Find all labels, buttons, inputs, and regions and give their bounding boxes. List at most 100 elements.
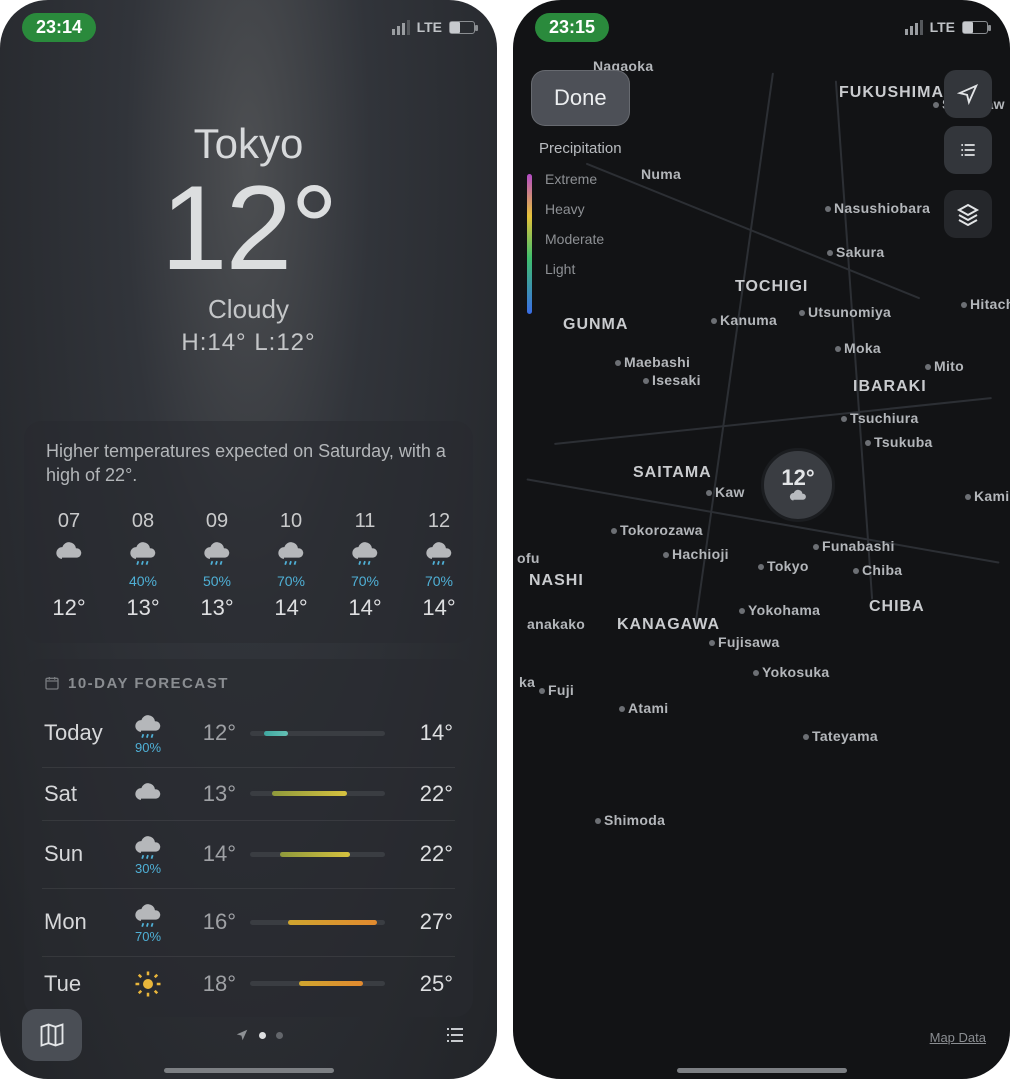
map-city-label[interactable]: KANAGAWA: [617, 616, 720, 634]
map-city-label[interactable]: Funabashi: [813, 538, 895, 554]
map-city-label[interactable]: Kaw: [706, 484, 745, 500]
status-time-pill[interactable]: 23:14: [22, 13, 96, 42]
forecast-row[interactable]: Today 90% 12° 14°: [42, 700, 455, 767]
precip-prob: 70%: [351, 573, 379, 589]
hour-label: 07: [58, 510, 80, 533]
map-city-label[interactable]: Isesaki: [643, 372, 701, 388]
cloud-rain-icon: [201, 539, 233, 567]
map-city-label[interactable]: Hachioji: [663, 546, 729, 562]
map-city-label[interactable]: Maebashi: [615, 354, 690, 370]
statusbar: 23:14 LTE: [0, 12, 497, 42]
city-pin-icon: [739, 608, 745, 614]
map-city-label[interactable]: Yokosuka: [753, 664, 830, 680]
list-icon: [956, 140, 980, 160]
hour-cell[interactable]: 07 12°: [44, 510, 94, 621]
condition-label: Cloudy: [0, 294, 497, 325]
page-dots[interactable]: [235, 1028, 283, 1042]
hour-cell[interactable]: 12 70% 14°: [414, 510, 455, 621]
home-indicator[interactable]: [164, 1068, 334, 1073]
hour-cell[interactable]: 09 50% 13°: [192, 510, 242, 621]
weather-hero: Tokyo 12° Cloudy H:14° L:12°: [0, 0, 497, 357]
temp-range-bar: [250, 731, 385, 736]
map-city-label[interactable]: Moka: [835, 340, 881, 356]
forecast-row[interactable]: Tue 18° 25°: [42, 956, 455, 1011]
home-indicator[interactable]: [677, 1068, 847, 1073]
map-city-label[interactable]: CHIBA: [869, 598, 925, 616]
done-button[interactable]: Done: [531, 70, 630, 126]
map-city-label[interactable]: Fuji: [539, 682, 574, 698]
legend-level: Moderate: [545, 231, 604, 247]
bottom-bar: [0, 1009, 497, 1061]
hour-cell[interactable]: 11 70% 14°: [340, 510, 390, 621]
map-city-label[interactable]: Kanuma: [711, 312, 777, 328]
city-pin-icon: [711, 318, 717, 324]
map-city-label[interactable]: NASHI: [529, 572, 584, 590]
map-data-link[interactable]: Map Data: [930, 1030, 986, 1045]
map-city-label[interactable]: Chiba: [853, 562, 902, 578]
map-city-label[interactable]: IBARAKI: [853, 378, 927, 396]
cloud-icon: [786, 487, 810, 505]
city-pin-icon: [611, 528, 617, 534]
map-city-label[interactable]: Hitachi: [961, 296, 1010, 312]
cloud-icon: [128, 780, 168, 808]
weather-app-screen: 23:14 LTE Tokyo 12° Cloudy H:14° L:12° H…: [0, 0, 497, 1079]
map-city-label[interactable]: Shimoda: [595, 812, 665, 828]
map-city-label[interactable]: Tsukuba: [865, 434, 933, 450]
map-city-label[interactable]: ka: [519, 674, 535, 690]
hour-temp: 14°: [422, 595, 455, 621]
forecast-row[interactable]: Sun 30% 14° 22°: [42, 820, 455, 888]
forecast-high: 25°: [399, 971, 453, 997]
cloud-icon: [53, 539, 85, 567]
status-time-pill[interactable]: 23:15: [535, 13, 609, 42]
map-city-label[interactable]: Tsuchiura: [841, 410, 919, 426]
statusbar: 23:15 LTE: [513, 12, 1010, 42]
status-right: LTE: [392, 19, 475, 35]
map-button[interactable]: [22, 1009, 82, 1061]
forecast-card[interactable]: 10-DAY FORECAST Today 90% 12° 14°Sat 13°…: [24, 659, 473, 1017]
location-temp-bubble[interactable]: 12°: [761, 448, 835, 522]
hourly-card[interactable]: Higher temperatures expected on Saturday…: [24, 421, 473, 643]
map-city-label[interactable]: Sakura: [827, 244, 885, 260]
locate-button[interactable]: [944, 70, 992, 118]
precip-prob: 50%: [203, 573, 231, 589]
map-city-label[interactable]: Numa: [641, 166, 681, 182]
map-city-label[interactable]: Tokorozawa: [611, 522, 703, 538]
map-city-label[interactable]: Yokohama: [739, 602, 820, 618]
temp-range-bar: [250, 920, 385, 925]
map-city-label[interactable]: Tateyama: [803, 728, 878, 744]
list-button[interactable]: [435, 1015, 475, 1055]
hour-cell[interactable]: 10 70% 14°: [266, 510, 316, 621]
city-pin-icon: [619, 706, 625, 712]
map-city-label[interactable]: TOCHIGI: [735, 278, 808, 296]
map-icon: [37, 1021, 67, 1049]
map-city-label[interactable]: Utsunomiya: [799, 304, 891, 320]
forecast-low: 16°: [182, 909, 236, 935]
forecast-high: 22°: [399, 781, 453, 807]
city-pin-icon: [709, 640, 715, 646]
battery-icon: [449, 21, 475, 34]
map-city-label[interactable]: Atami: [619, 700, 668, 716]
map-city-label[interactable]: Nasushiobara: [825, 200, 930, 216]
map-city-label[interactable]: GUNMA: [563, 316, 628, 334]
forecast-row[interactable]: Mon 70% 16° 27°: [42, 888, 455, 956]
city-pin-icon: [799, 310, 805, 316]
forecast-row[interactable]: Sat 13° 22°: [42, 767, 455, 820]
map-city-label[interactable]: Tokyo: [758, 558, 809, 574]
cloud-rain-icon: 90%: [128, 712, 168, 755]
map-city-label[interactable]: Mito: [925, 358, 964, 374]
layers-button[interactable]: [944, 190, 992, 238]
precip-prob: 30%: [135, 861, 161, 876]
list-button[interactable]: [944, 126, 992, 174]
hour-cell[interactable]: 08 40% 13°: [118, 510, 168, 621]
map-city-label[interactable]: SAITAMA: [633, 464, 712, 482]
forecast-low: 18°: [182, 971, 236, 997]
map-city-label[interactable]: ofu: [517, 550, 540, 566]
map-city-label[interactable]: anakako: [527, 616, 585, 632]
precip-prob: [67, 573, 71, 589]
map-city-label[interactable]: Kamisu: [965, 488, 1010, 504]
forecast-day: Sun: [44, 841, 114, 867]
hourly-row[interactable]: 07 12° 08 40% 13° 09 50% 13° 10 70% 14° 11 7…: [42, 510, 455, 621]
map-city-label[interactable]: Fujisawa: [709, 634, 780, 650]
city-pin-icon: [865, 440, 871, 446]
map-city-label[interactable]: FUKUSHIMA: [839, 84, 944, 102]
